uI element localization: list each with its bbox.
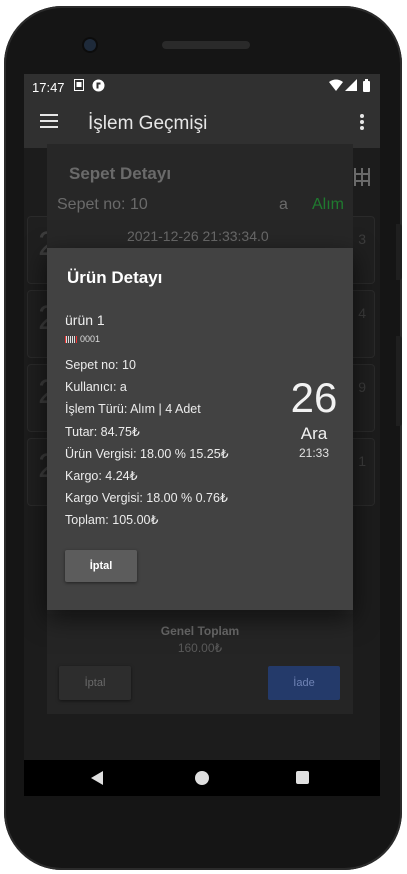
status-bar: 17:47 — [24, 74, 380, 100]
barcode-icon — [65, 336, 77, 344]
basket-date: 2021-12-26 21:33:34.0 — [127, 228, 269, 244]
list-item-value: 4 — [358, 305, 366, 321]
detail-amount: Tutar: 84.75₺ — [65, 425, 140, 439]
more-options-icon[interactable] — [360, 114, 364, 132]
product-detail-dialog: Ürün Detayı ürün 1 0001 Sepet no: 10 Kul… — [47, 248, 353, 610]
power-button — [396, 336, 402, 426]
cancel-button[interactable]: İptal — [65, 550, 137, 582]
recent-apps-icon[interactable] — [296, 771, 309, 784]
dialog-title: Ürün Detayı — [67, 268, 163, 287]
front-camera — [84, 39, 96, 51]
return-button[interactable]: İade — [268, 666, 340, 700]
basket-number: Sepet no: 10 — [57, 196, 148, 213]
battery-icon — [363, 79, 370, 95]
detail-product-tax: Ürün Vergisi: 18.00 % 15.25₺ — [65, 447, 229, 461]
detail-total: Toplam: 105.00₺ — [65, 513, 159, 527]
detail-transaction-type: İşlem Türü: Alım | 4 Adet — [65, 402, 201, 416]
grand-total-value: 160.00₺ — [177, 641, 223, 655]
notification-icon — [74, 79, 84, 94]
page-title: İşlem Geçmişi — [88, 113, 208, 134]
status-time: 17:47 — [32, 80, 65, 95]
product-name: ürün 1 — [65, 312, 105, 328]
basket-title: Sepet Detayı — [69, 164, 172, 183]
barcode-row: 0001 — [65, 334, 100, 344]
earpiece-speaker — [162, 41, 250, 49]
list-item-value: 1 — [358, 453, 366, 469]
date-day: 26 — [290, 374, 338, 421]
list-item-value: 9 — [358, 379, 366, 395]
app-notification-icon — [92, 79, 105, 95]
screen: 17:47 İşlem Geçmişi 2 3 2 4 2 — [24, 74, 380, 796]
basket-user: a — [279, 196, 288, 213]
basket-transaction-type: Alım — [312, 196, 344, 213]
volume-button — [396, 224, 402, 280]
barcode-value: 0001 — [80, 334, 101, 344]
list-item-value: 3 — [358, 231, 366, 247]
app-bar: İşlem Geçmişi — [24, 100, 380, 148]
detail-user: Kullanıcı: a — [65, 380, 127, 394]
date-time: 21:33 — [298, 446, 330, 460]
detail-shipping-tax: Kargo Vergisi: 18.00 % 0.76₺ — [65, 491, 228, 505]
system-nav-bar — [24, 760, 380, 796]
home-icon[interactable] — [195, 771, 209, 785]
signal-icon — [345, 79, 357, 94]
detail-shipping: Kargo: 4.24₺ — [65, 469, 138, 483]
grand-total-label: Genel Toplam — [160, 624, 240, 638]
detail-basket-no: Sepet no: 10 — [65, 358, 136, 372]
date-month: Ara — [300, 424, 328, 443]
basket-cancel-button[interactable]: İptal — [59, 666, 131, 700]
menu-icon[interactable] — [40, 114, 58, 128]
back-icon[interactable] — [91, 771, 103, 785]
filter-icon[interactable] — [354, 166, 370, 194]
wifi-icon — [329, 79, 343, 94]
